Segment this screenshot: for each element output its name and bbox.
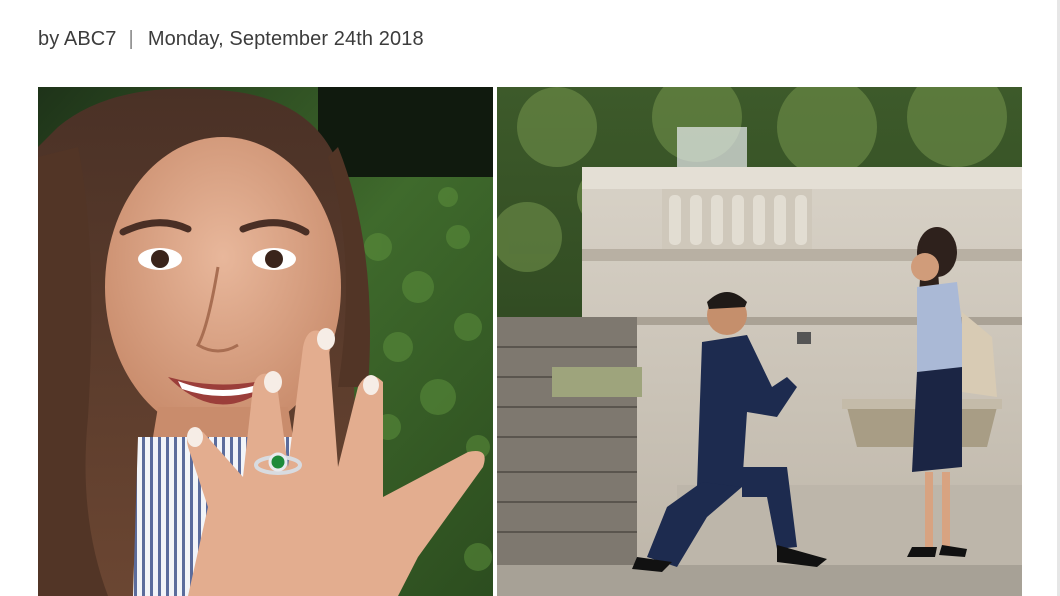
- author-link[interactable]: by ABC7: [38, 28, 117, 51]
- marriage-proposal-photo[interactable]: [497, 87, 1022, 596]
- engagement-ring-selfie-photo[interactable]: [38, 87, 493, 596]
- article-byline: by ABC7 | Monday, September 24th 2018: [38, 25, 424, 53]
- byline-separator: |: [128, 27, 134, 50]
- photo-gallery: [38, 87, 1022, 596]
- publish-date: Monday, September 24th 2018: [147, 27, 424, 50]
- proposal-illustration: [497, 87, 1022, 596]
- article-page: by ABC7 | Monday, September 24th 2018: [0, 0, 1060, 596]
- selfie-illustration: [38, 87, 493, 596]
